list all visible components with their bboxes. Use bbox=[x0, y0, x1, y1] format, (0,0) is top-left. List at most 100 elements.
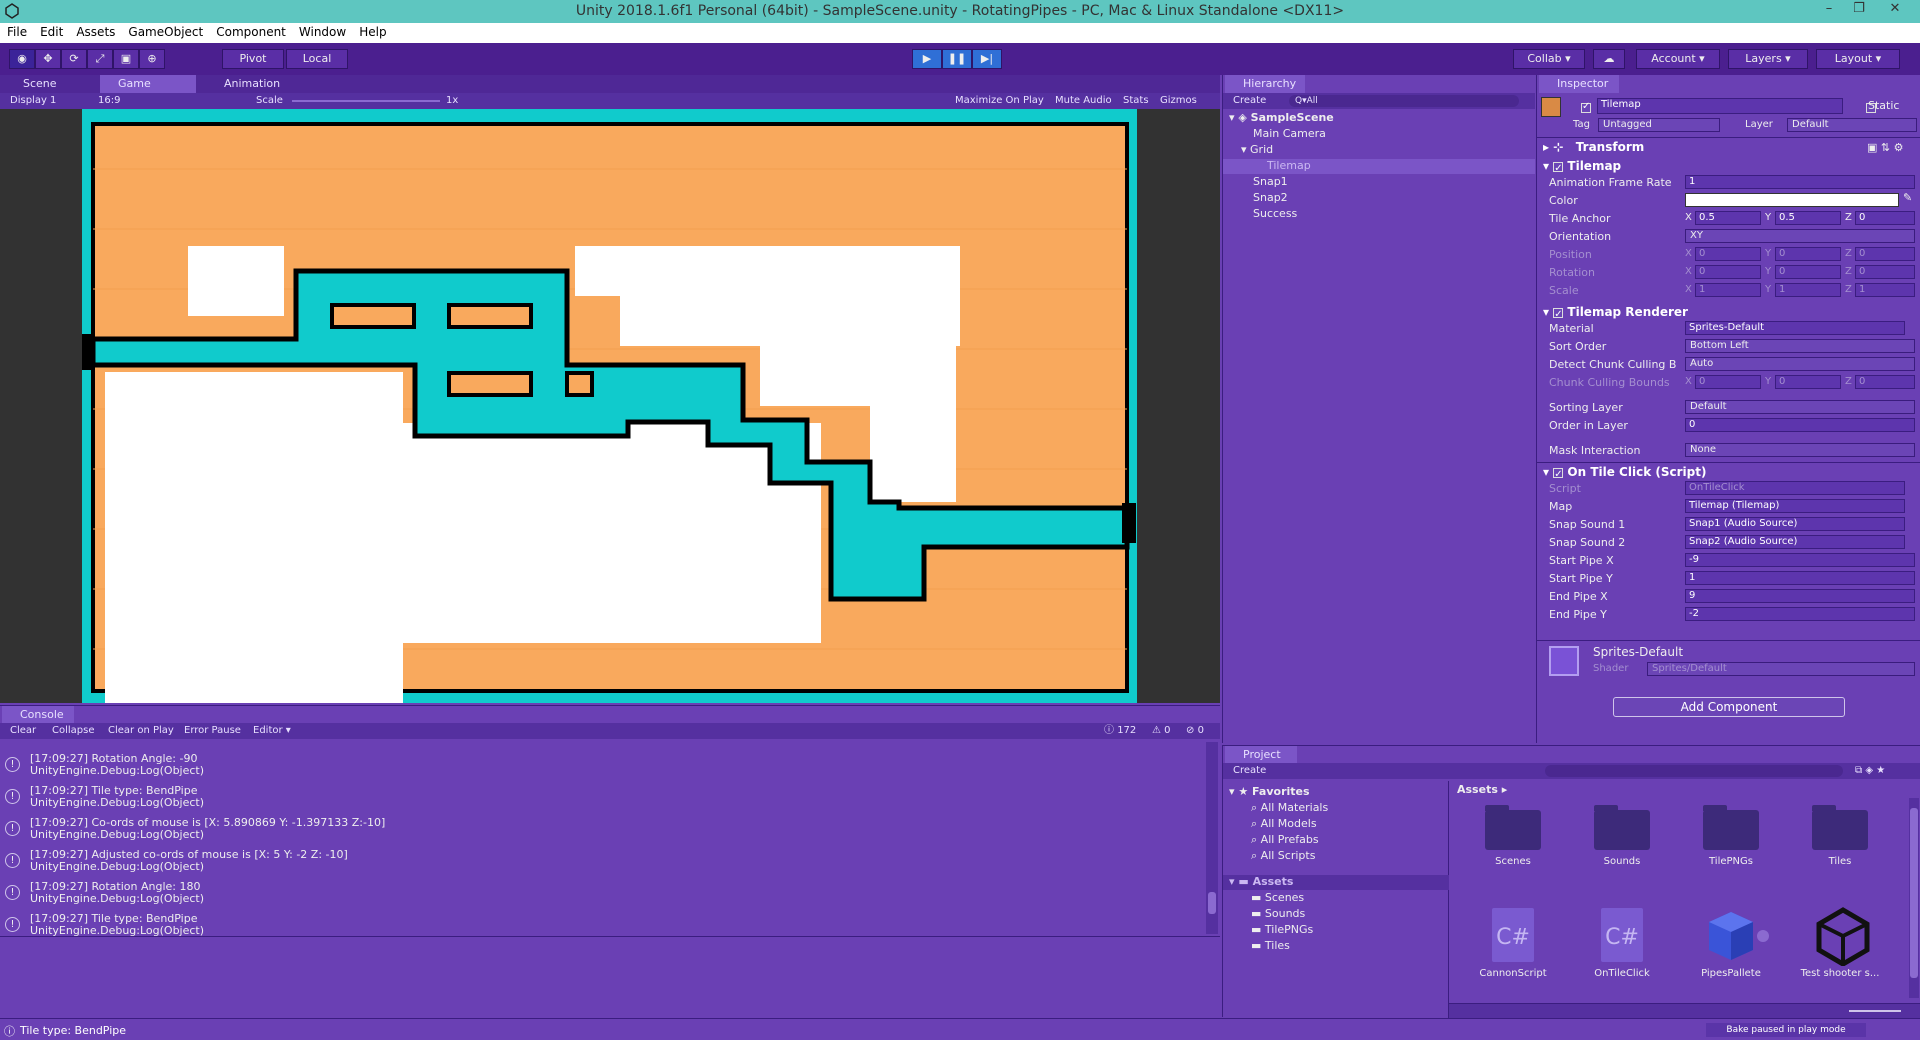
renderer-enabled-checkbox[interactable] bbox=[1553, 306, 1564, 323]
project-scroll-thumb[interactable] bbox=[1910, 808, 1918, 978]
log-count-badge[interactable]: ⓘ 172 bbox=[1104, 723, 1136, 739]
console-entry[interactable]: ! [17:09:27] Co-ords of mouse is [X: 5.89… bbox=[0, 816, 984, 842]
favorites-node[interactable]: ▾ ★ Favorites bbox=[1229, 785, 1310, 798]
scale-slider[interactable] bbox=[292, 100, 440, 102]
menu-help[interactable]: Help bbox=[352, 23, 392, 39]
sort-order-dropdown[interactable]: Bottom Left bbox=[1685, 339, 1915, 353]
eyedropper-icon[interactable]: ✎ bbox=[1903, 191, 1912, 204]
console-error-pause-toggle[interactable]: Error Pause bbox=[184, 723, 241, 739]
console-log-list[interactable]: ! [17:09:27] Rotation Angle: -90 UnityEngi… bbox=[0, 742, 1206, 937]
folder-scenes[interactable]: ▬ Scenes bbox=[1251, 891, 1304, 904]
tag-dropdown[interactable]: Untagged bbox=[1598, 118, 1720, 132]
console-clear-button[interactable]: Clear bbox=[10, 723, 36, 739]
console-clear-on-play-toggle[interactable]: Clear on Play bbox=[108, 723, 174, 739]
pause-button[interactable]: ❚❚ bbox=[942, 49, 972, 69]
console-entry[interactable]: ! [17:09:27] Rotation Angle: 180 UnityEngi… bbox=[0, 880, 984, 906]
anchor-x-field[interactable]: 0.5 bbox=[1695, 211, 1761, 225]
console-entry[interactable]: ! [17:09:27] Rotation Angle: -90 UnityEngi… bbox=[0, 752, 984, 778]
tiles-folder-icon[interactable] bbox=[1812, 805, 1868, 850]
console-scrollbar[interactable] bbox=[1206, 742, 1218, 934]
console-scroll-thumb[interactable] bbox=[1208, 892, 1216, 914]
start-pipe-y-field[interactable]: 1 bbox=[1685, 571, 1915, 585]
game-view[interactable] bbox=[0, 109, 1220, 752]
collab-dropdown[interactable]: Collab ▾ bbox=[1513, 49, 1585, 69]
folder-tiles[interactable]: ▬ Tiles bbox=[1251, 939, 1290, 952]
aspect-dropdown[interactable]: 16:9 bbox=[98, 93, 120, 109]
step-button[interactable]: ▶| bbox=[972, 49, 1002, 69]
hierarchy-create-button[interactable]: Create bbox=[1233, 93, 1266, 109]
view-tool-icon[interactable]: ◉ bbox=[9, 49, 35, 69]
console-entry[interactable]: ! [17:09:27] Tile type: BendPipe UnityEngi… bbox=[0, 912, 984, 938]
assets-node[interactable]: ▾ ▬ Assets bbox=[1223, 875, 1449, 890]
unity-scene-icon[interactable] bbox=[1813, 906, 1873, 966]
console-entry[interactable]: ! [17:09:27] Adjusted co-ords of mouse is… bbox=[0, 848, 984, 874]
hierarchy-item-snap2[interactable]: Snap2 bbox=[1253, 191, 1288, 204]
anchor-y-field[interactable]: 0.5 bbox=[1775, 211, 1841, 225]
hierarchy-item-grid[interactable]: ▾ Grid bbox=[1241, 143, 1273, 156]
fav-all-prefabs[interactable]: ⌕ All Prefabs bbox=[1251, 833, 1319, 847]
hierarchy-item-main-camera[interactable]: Main Camera bbox=[1253, 127, 1326, 140]
mask-interaction-dropdown[interactable]: None bbox=[1685, 443, 1915, 457]
mute-audio-toggle[interactable]: Mute Audio bbox=[1055, 93, 1112, 109]
map-field[interactable]: Tilemap (Tilemap) bbox=[1685, 499, 1905, 513]
tab-inspector[interactable]: Inspector bbox=[1539, 75, 1619, 93]
scenes-folder-icon[interactable] bbox=[1485, 805, 1541, 850]
end-pipe-x-field[interactable]: 9 bbox=[1685, 589, 1915, 603]
stats-toggle[interactable]: Stats bbox=[1123, 93, 1149, 109]
cloud-icon[interactable]: ☁ bbox=[1593, 49, 1625, 69]
material-field[interactable]: Sprites-Default bbox=[1685, 321, 1905, 335]
minimize-button[interactable]: – bbox=[1814, 1, 1844, 16]
tilemap-enabled-checkbox[interactable] bbox=[1553, 160, 1564, 177]
start-pipe-x-field[interactable]: -9 bbox=[1685, 553, 1915, 567]
fav-all-scripts[interactable]: ⌕ All Scripts bbox=[1251, 849, 1315, 863]
filter-icons[interactable]: ⧉ ◈ ★ bbox=[1855, 763, 1885, 779]
project-create-button[interactable]: Create bbox=[1233, 763, 1266, 779]
tilepngs-folder-icon[interactable] bbox=[1703, 805, 1759, 850]
orientation-dropdown[interactable]: XY bbox=[1685, 229, 1915, 243]
hierarchy-item-success[interactable]: Success bbox=[1253, 207, 1297, 220]
tab-scene[interactable]: Scene bbox=[5, 75, 95, 93]
cannonscript-file-icon[interactable]: C# bbox=[1492, 908, 1534, 962]
end-pipe-y-field[interactable]: -2 bbox=[1685, 607, 1915, 621]
tilemap-renderer-header[interactable]: ▾ Tilemap Renderer bbox=[1543, 304, 1688, 323]
folder-tilepngs[interactable]: ▬ TilePNGs bbox=[1251, 923, 1313, 936]
fav-all-materials[interactable]: ⌕ All Materials bbox=[1251, 801, 1328, 815]
pivot-toggle[interactable]: Pivot bbox=[222, 49, 284, 69]
rect-tool-icon[interactable]: ▣ bbox=[113, 49, 139, 69]
menu-assets[interactable]: Assets bbox=[69, 23, 121, 39]
tilemap-header[interactable]: ▾ Tilemap bbox=[1543, 158, 1621, 177]
anchor-z-field[interactable]: 0 bbox=[1855, 211, 1915, 225]
game-render[interactable] bbox=[0, 109, 1220, 752]
menu-component[interactable]: Component bbox=[209, 23, 292, 39]
project-scrollbar[interactable] bbox=[1909, 798, 1919, 998]
maximize-button[interactable]: ❐ bbox=[1844, 1, 1874, 16]
hierarchy-search-input[interactable]: Q▾All bbox=[1289, 95, 1519, 107]
menu-edit[interactable]: Edit bbox=[33, 23, 69, 39]
scale-tool-icon[interactable]: ⤢ bbox=[87, 49, 113, 69]
fav-all-models[interactable]: ⌕ All Models bbox=[1251, 817, 1317, 831]
project-search-input[interactable] bbox=[1545, 765, 1843, 777]
prefab-cube-icon[interactable] bbox=[1701, 908, 1771, 964]
color-swatch[interactable] bbox=[1685, 193, 1899, 207]
layers-dropdown[interactable]: Layers ▾ bbox=[1728, 49, 1808, 69]
sorting-layer-dropdown[interactable]: Default bbox=[1685, 400, 1915, 414]
frame-rate-field[interactable]: 1 bbox=[1685, 175, 1915, 189]
tab-hierarchy[interactable]: Hierarchy bbox=[1225, 75, 1305, 93]
console-collapse-toggle[interactable]: Collapse bbox=[52, 723, 95, 739]
sounds-folder-icon[interactable] bbox=[1594, 805, 1650, 850]
gizmos-dropdown[interactable]: Gizmos bbox=[1160, 93, 1197, 109]
hierarchy-item-snap1[interactable]: Snap1 bbox=[1253, 175, 1288, 188]
detect-chunk-dropdown[interactable]: Auto bbox=[1685, 357, 1915, 371]
folder-sounds[interactable]: ▬ Sounds bbox=[1251, 907, 1305, 920]
account-dropdown[interactable]: Account ▾ bbox=[1636, 49, 1720, 69]
console-entry[interactable]: ! [17:09:27] Tile type: BendPipe UnityEngi… bbox=[0, 784, 984, 810]
object-name-input[interactable]: Tilemap bbox=[1597, 98, 1843, 114]
maximize-on-play-toggle[interactable]: Maximize On Play bbox=[955, 93, 1044, 109]
script-enabled-checkbox[interactable] bbox=[1553, 466, 1564, 483]
tab-project[interactable]: Project bbox=[1225, 746, 1297, 764]
hierarchy-item-tilemap[interactable]: Tilemap bbox=[1223, 159, 1535, 174]
order-in-layer-field[interactable]: 0 bbox=[1685, 418, 1915, 432]
menu-window[interactable]: Window bbox=[292, 23, 352, 39]
close-button[interactable]: ✕ bbox=[1880, 1, 1910, 16]
transform-tool-icon[interactable]: ⊕ bbox=[139, 49, 165, 69]
